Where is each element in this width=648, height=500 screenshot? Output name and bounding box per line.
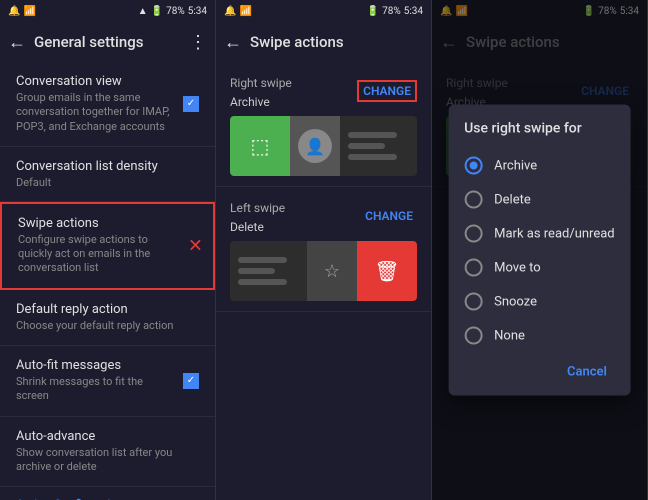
conversation-view-title: Conversation view <box>16 74 171 89</box>
status-bar-1: 🔔 📶 ▲ 🔋 78% 5:34 <box>0 0 215 22</box>
conversation-view-subtitle: Group emails in the same conversation to… <box>16 91 171 134</box>
preview-star-area: ☆ <box>307 241 357 301</box>
panel-general-settings: 🔔 📶 ▲ 🔋 78% 5:34 ← General settings ⋮ Co… <box>0 0 216 500</box>
density-value: Default <box>16 176 199 189</box>
status-left-2: 🔔 📶 <box>224 6 252 17</box>
reply-action-subtitle: Choose your default reply action <box>16 319 199 333</box>
alarm-icon-2: 🔔 <box>224 6 236 17</box>
signal-bars: ▲ <box>138 6 148 17</box>
dialog-option-move-to[interactable]: Move to <box>448 251 631 285</box>
swipe-actions-subtitle: Configure swipe actions to quickly act o… <box>18 233 177 276</box>
signal-icon: 📶 <box>23 6 35 17</box>
preview-avatar: 👤 <box>298 129 332 163</box>
settings-item-swipe-actions[interactable]: Swipe actions Configure swipe actions to… <box>0 202 215 290</box>
preview-content <box>340 116 417 176</box>
right-swipe-label: Right swipe Archive <box>230 72 292 110</box>
reply-action-title: Default reply action <box>16 302 199 317</box>
alarm-icon: 🔔 <box>8 6 20 17</box>
status-right-icons: ▲ 🔋 78% 5:34 <box>138 6 207 17</box>
radio-snooze[interactable] <box>464 293 482 311</box>
settings-item-conversation-view[interactable]: Conversation view Group emails in the sa… <box>0 62 215 147</box>
back-arrow-icon-2[interactable]: ← <box>224 32 242 53</box>
battery-percent-2: 78% <box>382 6 401 17</box>
person-icon: 👤 <box>305 137 325 156</box>
option-archive-label: Archive <box>494 158 537 173</box>
autofit-subtitle: Shrink messages to fit the screen <box>16 375 171 404</box>
dialog-option-archive[interactable]: Archive <box>448 149 631 183</box>
option-delete-label: Delete <box>494 192 531 207</box>
conversation-view-checkbox[interactable] <box>183 96 199 112</box>
option-snooze-label: Snooze <box>494 294 537 309</box>
battery-percent: 78% <box>166 6 185 17</box>
line-l1 <box>238 257 287 263</box>
settings-item-auto-advance[interactable]: Auto-advance Show conversation list afte… <box>0 417 215 488</box>
close-swipe-icon: ✕ <box>188 235 203 256</box>
radio-archive[interactable] <box>464 157 482 175</box>
settings-list: Conversation view Group emails in the sa… <box>0 62 215 500</box>
line-3 <box>348 154 397 160</box>
right-swipe-header: Right swipe Archive CHANGE <box>230 72 417 110</box>
radio-move-to[interactable] <box>464 259 482 277</box>
general-settings-title: General settings <box>34 33 181 51</box>
archive-icon: ⬚ <box>251 134 270 158</box>
signal-icon-2: 📶 <box>239 6 251 17</box>
settings-item-autofit[interactable]: Auto-fit messages Shrink messages to fit… <box>0 346 215 417</box>
right-swipe-archive-indicator: ⬚ <box>230 116 290 176</box>
line-2 <box>348 143 385 149</box>
settings-item-density[interactable]: Conversation list density Default <box>0 147 215 202</box>
dialog-footer: Cancel <box>448 353 631 388</box>
auto-advance-subtitle: Show conversation list after you archive… <box>16 446 199 475</box>
battery-icon-2: 🔋 <box>367 6 379 17</box>
preview-content-left <box>230 241 307 301</box>
option-mark-read-label: Mark as read/unread <box>494 226 615 241</box>
time-display-2: 5:34 <box>404 6 423 17</box>
option-move-to-label: Move to <box>494 260 541 275</box>
delete-icon: 🗑 <box>374 259 399 283</box>
star-icon: ☆ <box>324 261 340 282</box>
status-bar-2: 🔔 📶 🔋 78% 5:34 <box>216 0 431 22</box>
dialog-option-snooze[interactable]: Snooze <box>448 285 631 319</box>
back-arrow-icon[interactable]: ← <box>8 32 26 53</box>
density-title: Conversation list density <box>16 159 199 174</box>
preview-avatar-area: 👤 <box>290 116 340 176</box>
dialog-cancel-button[interactable]: Cancel <box>559 361 615 384</box>
line-l3 <box>238 279 287 285</box>
line-l2 <box>238 268 275 274</box>
radio-none[interactable] <box>464 327 482 345</box>
battery-icon: 🔋 <box>151 6 163 17</box>
action-confirmations-section: Action Confirmations <box>0 487 215 500</box>
general-settings-header: ← General settings ⋮ <box>0 22 215 62</box>
right-swipe-dialog: Use right swipe for Archive Delete Mark … <box>448 105 631 396</box>
status-left-icons: 🔔 📶 <box>8 6 36 17</box>
left-swipe-delete-indicator: 🗑 <box>357 241 417 301</box>
left-swipe-preview: 🗑 ☆ <box>230 241 417 301</box>
dialog-option-mark-read[interactable]: Mark as read/unread <box>448 217 631 251</box>
status-right-2: 🔋 78% 5:34 <box>367 6 423 17</box>
swipe-actions-header: ← Swipe actions <box>216 22 431 62</box>
swipe-actions-title: Swipe actions <box>18 216 177 231</box>
autofit-title: Auto-fit messages <box>16 358 171 373</box>
settings-item-reply-action[interactable]: Default reply action Choose your default… <box>0 290 215 346</box>
panel-swipe-dialog: 🔔 📶 🔋 78% 5:34 ← Swipe actions Right swi… <box>432 0 648 500</box>
radio-mark-read[interactable] <box>464 225 482 243</box>
left-swipe-label-area: Left swipe Delete <box>230 197 285 235</box>
left-swipe-header: Left swipe Delete CHANGE <box>230 197 417 235</box>
swipe-actions-title: Swipe actions <box>250 33 423 51</box>
dialog-option-delete[interactable]: Delete <box>448 183 631 217</box>
dialog-option-none[interactable]: None <box>448 319 631 353</box>
auto-advance-title: Auto-advance <box>16 429 199 444</box>
option-none-label: None <box>494 328 525 343</box>
menu-dots-icon[interactable]: ⋮ <box>189 32 207 53</box>
autofit-checkbox[interactable] <box>183 373 199 389</box>
time-display: 5:34 <box>188 6 207 17</box>
line-1 <box>348 132 397 138</box>
panel-swipe-actions: 🔔 📶 🔋 78% 5:34 ← Swipe actions Right swi… <box>216 0 432 500</box>
left-swipe-section: Left swipe Delete CHANGE 🗑 ☆ <box>216 187 431 312</box>
left-swipe-change-btn[interactable]: CHANGE <box>361 207 417 225</box>
radio-delete[interactable] <box>464 191 482 209</box>
dialog-title: Use right swipe for <box>448 121 631 149</box>
right-swipe-change-btn[interactable]: CHANGE <box>357 80 417 102</box>
right-swipe-section: Right swipe Archive CHANGE ⬚ 👤 <box>216 62 431 187</box>
right-swipe-preview: ⬚ 👤 <box>230 116 417 176</box>
